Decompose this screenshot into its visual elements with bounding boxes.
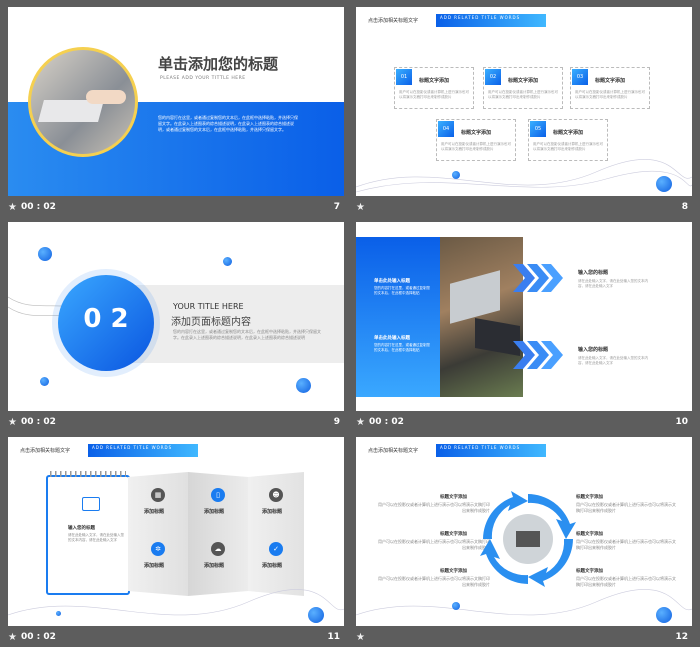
slide-thumbnail-9[interactable]: 0 2 YOUR TITLE HERE 添加页面标题内容 您的内容打在这里，或者… [8, 222, 344, 411]
slide-subtitle: PLEASE ADD YOUR TITTLE HERE [160, 76, 246, 81]
wave-lines [356, 589, 692, 616]
decor-dot [40, 377, 49, 386]
slide-number: 11 [327, 632, 340, 642]
decor-dot [656, 176, 672, 192]
slide-thumbnail-7[interactable]: 单击添加您的标题 PLEASE ADD YOUR TITTLE HERE 您的内… [8, 7, 344, 196]
left-title-2: 单击此处输入标题 [374, 336, 410, 341]
decor-dot [38, 247, 52, 261]
slide-time: 00 : 02 [20, 417, 56, 427]
blue-side-panel [356, 237, 440, 397]
chevron-right-icon [513, 341, 563, 369]
slide-time: 00 : 02 [20, 202, 56, 212]
slide-number: 7 [333, 202, 340, 212]
slide-time: 00 : 02 [20, 632, 56, 642]
photo-circle [28, 47, 138, 157]
section-number: 0 2 [83, 304, 129, 334]
left-title-1: 单击此处输入标题 [374, 279, 410, 284]
slide-body: 您的内容打在这里，或者通过复制您的文本后，在此框中选择粘贴，并选择只保留文字。在… [173, 329, 321, 340]
decor-dot [452, 171, 460, 179]
star-icon[interactable]: ★ [8, 417, 17, 428]
decor-dot [296, 378, 311, 393]
slide-title: 添加页面标题内容 [171, 317, 251, 328]
slide-thumbnail-10[interactable]: 单击此处输入标题 您的内容打在这里，或者通过复制您的文本后，在此框中选择粘贴 单… [356, 222, 692, 411]
right-title-2: 输入您的标题 [578, 347, 609, 353]
slide-thumbnail-8[interactable]: 点击添加相关标题文字 ADD RELATED TITLE WORDS 01 标题文… [356, 7, 692, 196]
slide-body: 您的内容打在这里，或者通过复制您的文本后，在此框中选择粘贴，并选择只保留文字。在… [158, 115, 298, 132]
slide-thumbnail-12[interactable]: 点击添加相关标题文字 ADD RELATED TITLE WORDS 标题文字添… [356, 437, 692, 626]
right-title-1: 输入您的标题 [578, 270, 609, 276]
slide-number: 9 [333, 417, 340, 427]
right-text-2: 请在此处输入文字，请在此处输入您的文本内容，请在此处输入文字 [578, 356, 648, 365]
star-icon[interactable]: ★ [356, 202, 365, 213]
star-icon[interactable]: ★ [356, 632, 365, 643]
title-en: YOUR TITLE HERE [173, 302, 244, 311]
slide-number: 12 [675, 632, 688, 642]
right-text-1: 请在此处输入文字，请在此处输入您的文本内容，请在此处输入文字 [578, 279, 648, 288]
slide-footer-10: ★ 00 : 02 10 [356, 412, 692, 432]
decor-dot [56, 611, 61, 616]
slide-footer-7: ★ 00 : 02 7 [8, 197, 344, 217]
left-text-1: 您的内容打在这里，或者通过复制您的文本后，在此框中选择粘贴 [374, 286, 430, 295]
star-icon[interactable]: ★ [356, 417, 365, 428]
wave-lines [356, 159, 692, 193]
slide-footer-11: ★ 00 : 02 11 [8, 627, 344, 647]
slide-thumbnail-11[interactable]: 点击添加相关标题文字 ADD RELATED TITLE WORDS 输入您的标… [8, 437, 344, 626]
slide-number: 8 [681, 202, 688, 212]
star-icon[interactable]: ★ [8, 202, 17, 213]
decor-dot [452, 602, 460, 610]
slide-time: 00 : 02 [368, 417, 404, 427]
slide-footer-8: ★ 8 [356, 197, 692, 217]
photo-laptop [440, 237, 523, 397]
wave-lines [8, 589, 344, 616]
slide-footer-9: ★ 00 : 02 9 [8, 412, 344, 432]
chevron-right-icon [513, 264, 563, 292]
decor-dot [223, 257, 232, 266]
slide-title: 单击添加您的标题 [158, 55, 279, 73]
slide-number: 10 [675, 417, 688, 427]
left-text-2: 您的内容打在这里，或者通过复制您的文本后，在此框中选择粘贴 [374, 343, 430, 352]
star-icon[interactable]: ★ [8, 632, 17, 643]
decor-dot [656, 607, 672, 623]
decor-dot [308, 607, 324, 623]
slide-footer-12: ★ 12 [356, 627, 692, 647]
